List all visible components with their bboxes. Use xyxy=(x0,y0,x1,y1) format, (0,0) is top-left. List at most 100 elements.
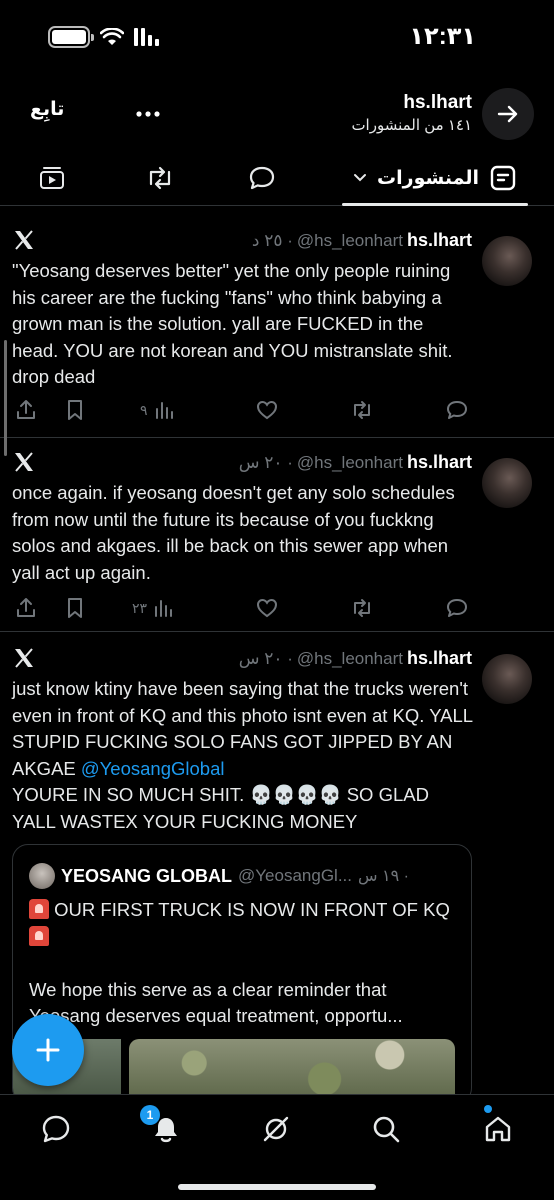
post-actions: ٢٣ xyxy=(12,596,474,620)
post-header: · ٢٥ د @hs_leonhart hs.lhart xyxy=(252,230,472,251)
views-button[interactable]: ٢٣ xyxy=(132,596,173,620)
repost-button[interactable] xyxy=(350,398,374,422)
messages-icon xyxy=(42,1115,70,1143)
post[interactable]: · ٢٥ د @hs_leonhart hs.lhart "Yeosang de… xyxy=(0,218,554,438)
avatar[interactable] xyxy=(482,458,532,508)
quote-line-2: We hope this serve as a clear reminder t… xyxy=(29,978,403,1027)
siren-emoji-icon xyxy=(29,899,49,919)
nav-grok[interactable] xyxy=(256,1109,296,1149)
reply-icon xyxy=(249,166,275,190)
post-author-name[interactable]: hs.lhart xyxy=(407,648,472,669)
tab-reposts[interactable] xyxy=(128,150,192,206)
post-text-part: YOURE IN SO MUCH SHIT. 💀💀💀💀 SO GLAD YALL… xyxy=(12,784,429,832)
follow-button[interactable]: تابِع xyxy=(30,98,64,121)
bookmark-icon xyxy=(68,598,82,618)
posts-tab-icon xyxy=(490,165,516,191)
post-header: · ٢٠ س @hs_leonhart hs.lhart xyxy=(239,452,472,473)
post-author-name[interactable]: hs.lhart xyxy=(407,230,472,251)
post-text: once again. if yeosang doesn't get any s… xyxy=(12,482,460,583)
share-icon xyxy=(17,400,35,419)
status-time: ١٢:٣١ xyxy=(409,23,476,50)
repost-button[interactable] xyxy=(350,596,374,620)
more-icon xyxy=(136,111,160,117)
repost-icon xyxy=(354,599,370,617)
quote-handle: @YeosangGl... xyxy=(238,866,352,885)
x-logo-icon xyxy=(15,452,33,472)
search-icon xyxy=(373,1116,400,1143)
post-time: · ٢٥ د xyxy=(251,231,293,250)
post[interactable]: · ٢٠ س @hs_leonhart hs.lhart once again.… xyxy=(0,440,554,632)
repost-icon xyxy=(149,166,171,190)
reply-icon xyxy=(447,401,467,419)
header-post-count: ١٤١ من المنشورات xyxy=(351,117,472,134)
nav-search[interactable] xyxy=(366,1109,406,1149)
nav-messages[interactable] xyxy=(36,1109,76,1149)
x-logo-icon xyxy=(15,230,33,250)
siren-emoji-icon xyxy=(29,925,49,946)
post-text: just know ktiny have been saying that th… xyxy=(12,676,474,835)
reply-button[interactable] xyxy=(446,398,468,422)
bookmark-button[interactable] xyxy=(66,398,84,422)
like-icon xyxy=(256,598,278,618)
post-handle[interactable]: @hs_leonhart xyxy=(297,453,403,473)
scrollbar[interactable] xyxy=(4,340,7,456)
like-button[interactable] xyxy=(256,596,278,620)
quote-text: OUR FIRST TRUCK IS NOW IN FRONT OF KQ We… xyxy=(29,897,461,1030)
post-time: · ٢٠ س xyxy=(238,453,293,472)
arrow-right-icon xyxy=(497,105,518,123)
reply-button[interactable] xyxy=(446,596,468,620)
status-icons xyxy=(48,26,159,48)
mention-link[interactable]: @YeosangGlobal xyxy=(81,758,225,779)
notification-badge: 1 xyxy=(140,1105,160,1125)
post-header: · ٢٠ س @hs_leonhart hs.lhart xyxy=(239,648,472,669)
share-button[interactable] xyxy=(16,398,36,422)
quote-time: · ١٩ س xyxy=(358,868,409,885)
plus-icon xyxy=(36,1038,60,1062)
battery-icon xyxy=(48,26,94,48)
compose-button[interactable] xyxy=(12,1014,84,1086)
post-actions: ٩ xyxy=(12,398,474,422)
status-bar: ١٢:٣١ xyxy=(0,0,554,70)
signal-icon xyxy=(134,28,159,46)
wifi-icon xyxy=(100,28,124,45)
views-count: ٢٣ xyxy=(132,599,148,616)
nav-home[interactable] xyxy=(478,1109,518,1149)
profile-tabs: المنشورات xyxy=(0,150,554,206)
tab-posts[interactable]: المنشورات xyxy=(342,150,528,206)
share-button[interactable] xyxy=(16,596,36,620)
repost-icon xyxy=(354,401,370,419)
tab-indicator xyxy=(342,203,528,206)
tab-media[interactable] xyxy=(20,150,84,206)
back-button[interactable] xyxy=(482,88,534,140)
views-button[interactable]: ٩ xyxy=(140,398,174,422)
profile-header: تابِع hs.lhart ١٤١ من المنشورات xyxy=(0,84,554,144)
views-icon xyxy=(155,600,173,617)
home-icon xyxy=(485,1116,511,1142)
post[interactable]: · ٢٠ س @hs_leonhart hs.lhart just know k… xyxy=(0,636,554,1104)
post-handle[interactable]: @hs_leonhart xyxy=(297,231,403,251)
more-button[interactable] xyxy=(122,88,174,140)
quoted-post[interactable]: YEOSANG GLOBAL @YeosangGl... · ١٩ س OUR … xyxy=(12,844,472,1104)
views-count: ٩ xyxy=(140,401,148,418)
post-text: "Yeosang deserves better" yet the only p… xyxy=(12,260,458,387)
x-logo-icon xyxy=(15,648,33,668)
grok-icon xyxy=(263,1116,289,1142)
like-icon xyxy=(256,400,278,420)
post-time: · ٢٠ س xyxy=(238,649,293,668)
avatar[interactable] xyxy=(482,654,532,704)
avatar[interactable] xyxy=(482,236,532,286)
tab-replies[interactable] xyxy=(230,150,294,206)
quote-avatar[interactable] xyxy=(29,863,55,889)
media-icon xyxy=(40,167,64,189)
reply-icon xyxy=(447,599,467,617)
like-button[interactable] xyxy=(256,398,278,422)
quote-line-1: OUR FIRST TRUCK IS NOW IN FRONT OF KQ xyxy=(49,899,455,920)
tab-posts-label: المنشورات xyxy=(377,167,479,189)
bookmark-icon xyxy=(68,400,82,420)
quote-author-name: YEOSANG GLOBAL xyxy=(61,865,233,886)
home-indicator[interactable] xyxy=(178,1184,376,1190)
post-author-name[interactable]: hs.lhart xyxy=(407,452,472,473)
bookmark-button[interactable] xyxy=(66,596,84,620)
quote-header: YEOSANG GLOBAL @YeosangGl... · ١٩ س xyxy=(29,863,459,889)
post-handle[interactable]: @hs_leonhart xyxy=(297,649,403,669)
